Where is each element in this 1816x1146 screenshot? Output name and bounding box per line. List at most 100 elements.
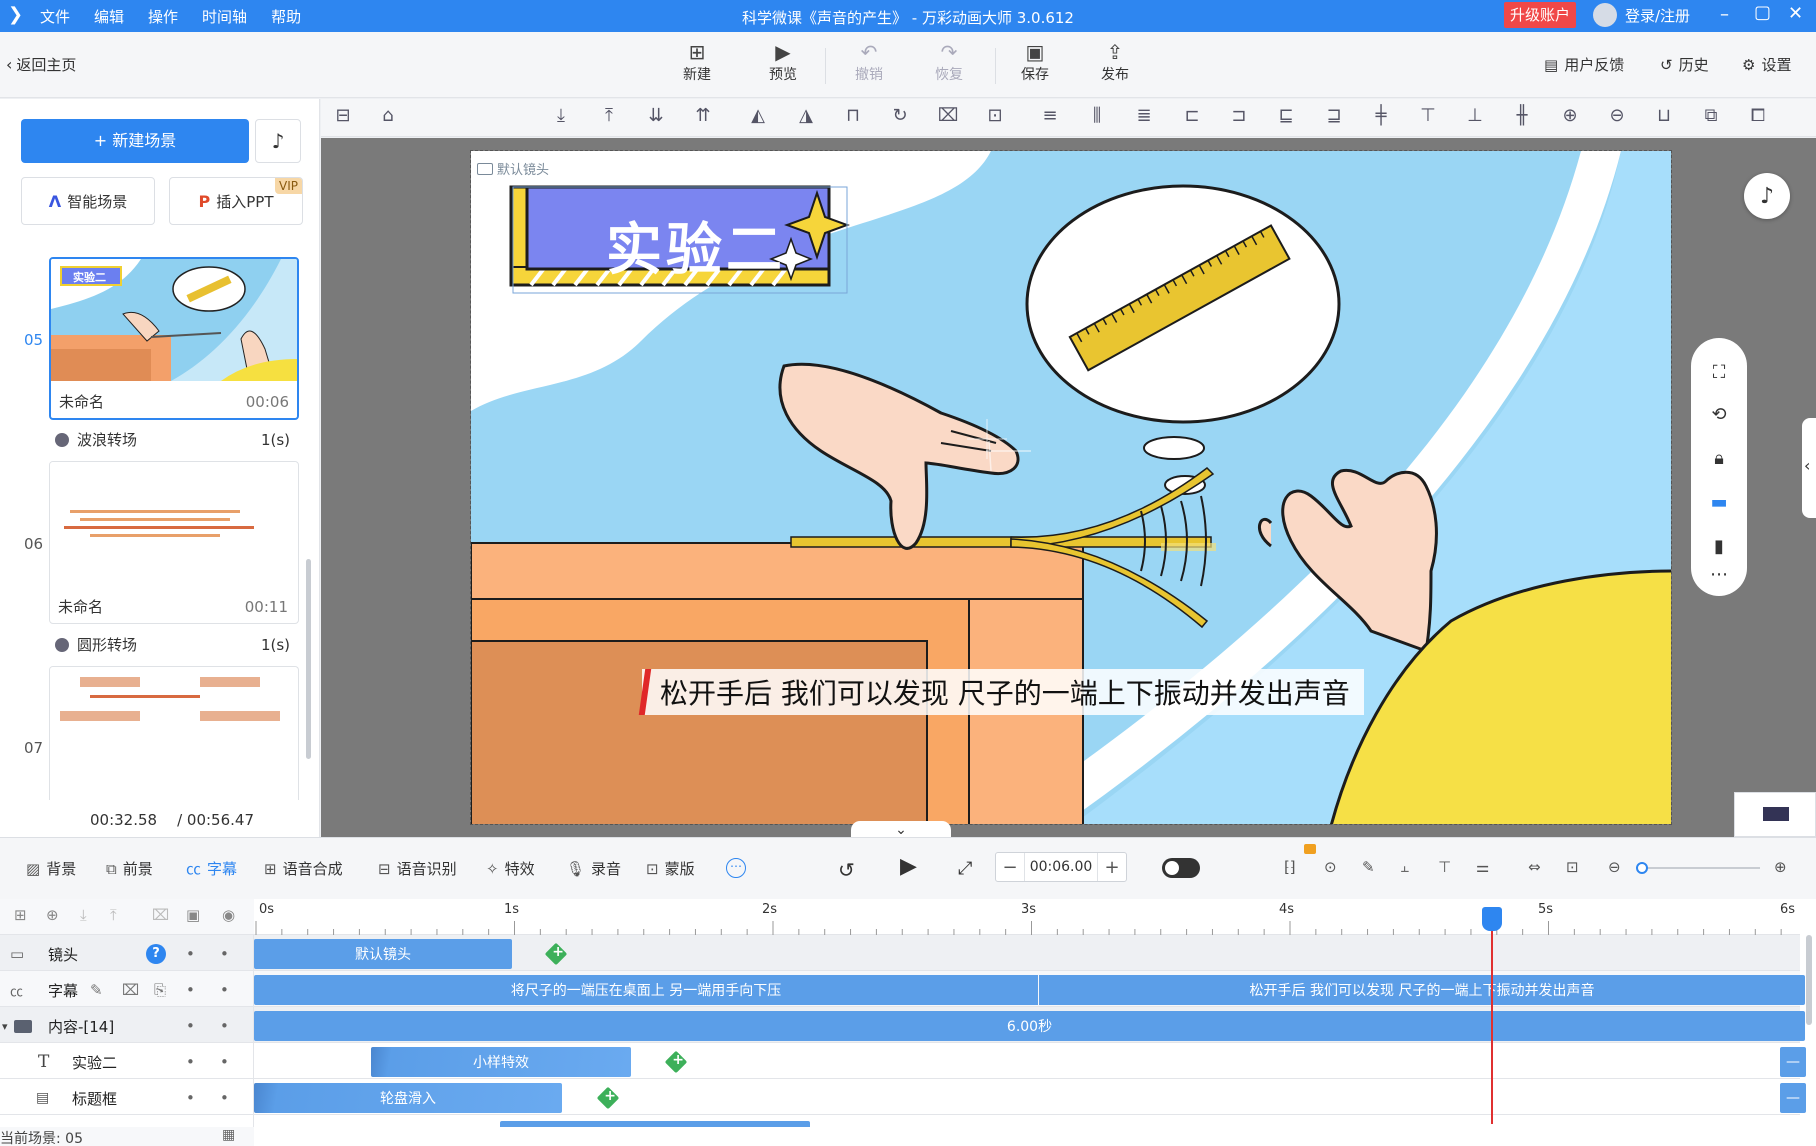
track-content-group[interactable]: ▾ 内容-[14] • • bbox=[0, 1009, 254, 1043]
subtitle-block[interactable]: 将尺子的一端压在桌面上 另一端用手向下压 bbox=[254, 975, 1038, 1005]
track-dot[interactable]: • bbox=[186, 1017, 195, 1035]
insert-ppt-button[interactable]: P 插入PPT VIP bbox=[169, 177, 303, 225]
tl-subtitle[interactable]: ㏄字幕 bbox=[186, 858, 237, 879]
time-input[interactable]: 00:06.00 bbox=[1024, 853, 1098, 881]
track-dot[interactable]: • bbox=[220, 945, 229, 963]
portrait-icon[interactable]: ▮ bbox=[1707, 534, 1731, 558]
close-icon[interactable]: ✕ bbox=[1788, 3, 1803, 24]
fit-width-button[interactable]: ⇔ bbox=[1528, 858, 1547, 876]
tl-tts[interactable]: ⊞ 语音合成 bbox=[264, 858, 343, 879]
layers-icon[interactable]: ▦ bbox=[222, 1127, 235, 1143]
minimize-icon[interactable]: – bbox=[1720, 4, 1729, 25]
more-icon[interactable]: ⋯ bbox=[1707, 564, 1731, 585]
transition-item[interactable]: 波浪转场 1(s) bbox=[55, 429, 290, 450]
new-button[interactable]: ⊞ 新建 bbox=[666, 40, 728, 84]
stage[interactable]: 默认镜头 实验二 松开手后 我们可以发现 尺子的一端上下振动并发出声音 bbox=[470, 150, 1672, 825]
canvas-music-button[interactable]: ♪ bbox=[1744, 173, 1790, 219]
track-dot[interactable]: • bbox=[220, 981, 229, 999]
rotate-object-icon[interactable]: ⟲ bbox=[1707, 402, 1731, 426]
track-dot[interactable]: • bbox=[186, 1089, 195, 1107]
preview-button[interactable]: ▶ 预览 bbox=[752, 40, 814, 84]
copy-icon[interactable]: ⧉ bbox=[1698, 105, 1724, 126]
actual-size-button[interactable]: ⊡ bbox=[1566, 858, 1585, 876]
upgrade-button[interactable]: 升级账户 bbox=[1504, 2, 1577, 28]
lock-all-icon[interactable]: ▣ bbox=[186, 906, 200, 924]
unlock-icon[interactable]: ⊔ bbox=[1651, 105, 1677, 126]
distribute-h-icon[interactable]: ⊒ bbox=[1321, 105, 1347, 126]
export-track-icon[interactable]: ⎘ bbox=[154, 981, 166, 999]
subtitle-box[interactable]: 松开手后 我们可以发现 尺子的一端上下振动并发出声音 bbox=[638, 669, 1364, 715]
zoom-in-timeline-button[interactable]: ⊕ bbox=[1774, 858, 1793, 876]
layer-down-icon[interactable]: ⤓ bbox=[80, 906, 87, 924]
smart-scene-button[interactable]: Λ 智能场景 bbox=[21, 177, 155, 225]
tl-more[interactable]: ⋯ bbox=[726, 858, 746, 878]
eye-icon[interactable]: ◉ bbox=[222, 906, 235, 924]
tl-mask[interactable]: ⊡ 蒙版 bbox=[646, 858, 695, 879]
track-title-frame[interactable]: ▤ 标题框 • • bbox=[0, 1081, 254, 1115]
feedback-button[interactable]: ▤ 用户反馈 bbox=[1544, 54, 1624, 75]
transition-item[interactable]: 圆形转场 1(s) bbox=[55, 634, 290, 655]
move-top-icon[interactable]: ⤒ bbox=[596, 105, 622, 126]
track-text-item[interactable]: T 实验二 • • bbox=[0, 1045, 254, 1079]
menu-edit[interactable]: 编辑 bbox=[94, 6, 124, 27]
redo-button[interactable]: ↷ 恢复 bbox=[918, 40, 980, 84]
paste-icon[interactable]: ⧠ bbox=[1745, 105, 1771, 126]
align-top-edge-icon[interactable]: ⊤ bbox=[1415, 105, 1441, 126]
zoom-out-timeline-button[interactable]: ⊖ bbox=[1608, 858, 1627, 876]
new-scene-button[interactable]: + 新建场景 bbox=[21, 119, 249, 163]
split-button[interactable]: ⫠ bbox=[1400, 858, 1415, 876]
track-camera[interactable]: ▭ 镜头 ? • • bbox=[0, 937, 254, 971]
undo-button[interactable]: ↶ 撤销 bbox=[838, 40, 900, 84]
play-button[interactable]: ▶ bbox=[900, 854, 917, 879]
publish-button[interactable]: ⇪ 发布 bbox=[1084, 40, 1146, 84]
align-bottom-edge-icon[interactable]: ⊥ bbox=[1462, 105, 1488, 126]
camera-keyframe-button[interactable]: ⁅⁆ bbox=[1284, 858, 1302, 876]
increment-button[interactable]: + bbox=[1098, 857, 1126, 878]
camera-block[interactable]: 默认镜头 bbox=[254, 939, 512, 969]
menu-file[interactable]: 文件 bbox=[40, 6, 70, 27]
trash-icon[interactable]: ⌧ bbox=[152, 906, 169, 924]
settings-button[interactable]: ⚙ 设置 bbox=[1742, 54, 1791, 75]
maximize-icon[interactable]: ▢ bbox=[1754, 2, 1771, 23]
time-ruler[interactable]: 0s 1s 2s 3s 4s 5s 6s bbox=[254, 899, 1800, 935]
exit-effect-block[interactable]: — bbox=[1780, 1047, 1806, 1077]
track-dot[interactable]: • bbox=[186, 945, 195, 963]
playhead-handle[interactable] bbox=[1482, 907, 1502, 931]
align-right-icon[interactable]: ⊑ bbox=[1273, 105, 1299, 126]
help-icon[interactable]: ? bbox=[146, 944, 166, 964]
title-text[interactable]: 实验二 bbox=[606, 205, 786, 286]
tl-asr[interactable]: ⊟ 语音识别 bbox=[378, 858, 457, 879]
effect-block[interactable]: 轮盘滑入 bbox=[254, 1083, 562, 1113]
scene-list-scrollbar[interactable] bbox=[306, 559, 311, 759]
align-left-icon[interactable]: ⊏ bbox=[1179, 105, 1205, 126]
right-panel-toggle[interactable]: ‹ bbox=[1802, 418, 1816, 518]
track-dot[interactable]: • bbox=[186, 981, 195, 999]
align-top-icon[interactable]: ≡ bbox=[1037, 105, 1063, 126]
track-dot[interactable]: • bbox=[220, 1089, 229, 1107]
edit-track-icon[interactable]: ✎ bbox=[90, 981, 103, 999]
zoom-slider[interactable] bbox=[1636, 862, 1760, 874]
menu-help[interactable]: 帮助 bbox=[271, 6, 301, 27]
add-folder-icon[interactable]: ⊞ bbox=[14, 906, 27, 924]
align-bottom-icon[interactable]: ≣ bbox=[1131, 105, 1157, 126]
move-bottom-icon[interactable]: ⤓ bbox=[548, 105, 574, 126]
rotate-icon[interactable]: ↻ bbox=[887, 105, 913, 126]
flip-h-icon[interactable]: ◭ bbox=[745, 105, 771, 126]
home-icon[interactable]: ⌂ bbox=[375, 105, 401, 126]
login-button[interactable]: 登录/注册 bbox=[1593, 3, 1690, 27]
add-layer-icon[interactable]: ⊕ bbox=[46, 906, 59, 924]
menu-operate[interactable]: 操作 bbox=[148, 6, 178, 27]
fit-screen-icon[interactable]: ⛶ bbox=[1707, 360, 1731, 384]
snap-toggle[interactable] bbox=[1162, 858, 1200, 878]
back-home-button[interactable]: ‹ 返回主页 bbox=[6, 54, 76, 75]
move-up-icon[interactable]: ⇈ bbox=[690, 105, 716, 126]
tl-record[interactable]: 🎙︎ 录音 bbox=[566, 858, 621, 879]
edit-button[interactable]: ✎ bbox=[1362, 858, 1381, 876]
zoom-slider-knob[interactable] bbox=[1636, 862, 1648, 874]
landscape-icon[interactable]: ▬ bbox=[1707, 490, 1731, 514]
replay-button[interactable]: ↺ bbox=[838, 858, 855, 882]
align-middle-icon[interactable]: ⫼ bbox=[1084, 105, 1110, 126]
track-dot[interactable]: • bbox=[186, 1053, 195, 1071]
delete-icon[interactable]: ⌧ bbox=[935, 105, 961, 126]
zoom-in-icon[interactable]: ⊕ bbox=[1557, 105, 1583, 126]
